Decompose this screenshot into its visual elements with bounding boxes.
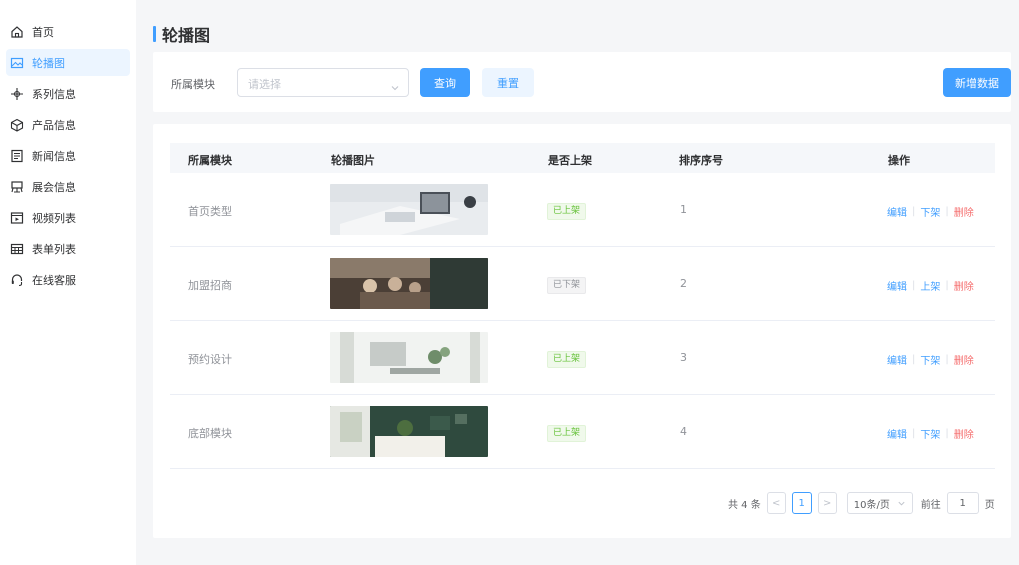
sidebar-item-label: 视频列表 xyxy=(32,211,76,225)
sidebar-item-video[interactable]: 视频列表 xyxy=(6,204,130,231)
prev-page-button[interactable]: < xyxy=(766,492,786,514)
table-row: 预约设计 已上架 3 编辑 | 下架 | 删除 xyxy=(170,321,995,395)
edit-button[interactable]: 编辑 xyxy=(887,426,907,441)
page-header: 轮播图 xyxy=(153,22,210,46)
header-sort: 排序序号 xyxy=(679,154,723,167)
table-card: 所属模块 轮播图片 是否上架 排序序号 操作 首页类型 已上架 1 编辑 | 下… xyxy=(153,124,1011,538)
module-filter-label: 所属模块 xyxy=(171,78,215,91)
module-cell: 预约设计 xyxy=(188,353,232,366)
carousel-thumbnail xyxy=(330,332,488,383)
sidebar-item-label: 新闻信息 xyxy=(32,149,76,163)
edit-button[interactable]: 编辑 xyxy=(887,204,907,219)
sidebar-item-home[interactable]: 首页 xyxy=(6,18,130,45)
sidebar-item-service[interactable]: 在线客服 xyxy=(6,266,130,293)
table-icon xyxy=(10,242,24,256)
delete-button[interactable]: 删除 xyxy=(954,352,974,367)
module-cell: 底部模块 xyxy=(188,427,232,440)
query-button[interactable]: 查询 xyxy=(420,68,470,97)
video-icon xyxy=(10,211,24,225)
status-badge: 已上架 xyxy=(547,203,587,220)
sidebar-item-label: 首页 xyxy=(32,25,54,39)
delete-button[interactable]: 删除 xyxy=(954,204,974,219)
toggle-shelf-button[interactable]: 下架 xyxy=(920,204,940,219)
module-cell: 首页类型 xyxy=(188,205,232,218)
table-row: 首页类型 已上架 1 编辑 | 下架 | 删除 xyxy=(170,173,995,247)
filter-card: 所属模块 请选择 查询 重置 新增数据 xyxy=(153,52,1011,112)
delete-button[interactable]: 删除 xyxy=(954,278,974,293)
sidebar-item-series[interactable]: 系列信息 xyxy=(6,80,130,107)
goto-label: 前往 xyxy=(920,499,941,511)
row-actions: 编辑 | 下架 | 删除 xyxy=(887,204,974,219)
sort-cell: 4 xyxy=(680,425,687,438)
header-image: 轮播图片 xyxy=(331,154,375,167)
edit-button[interactable]: 编辑 xyxy=(887,352,907,367)
sidebar-item-exhibition[interactable]: 展会信息 xyxy=(6,173,130,200)
chevron-down-icon xyxy=(898,501,905,506)
header-module: 所属模块 xyxy=(188,154,232,167)
sidebar-item-carousel[interactable]: 轮播图 xyxy=(6,49,130,76)
sort-cell: 3 xyxy=(680,351,687,364)
row-actions: 编辑 | 上架 | 删除 xyxy=(887,278,974,293)
box-icon xyxy=(10,118,24,132)
select-placeholder: 请选择 xyxy=(248,78,281,91)
module-select[interactable]: 请选择 xyxy=(237,68,409,97)
sidebar-item-label: 在线客服 xyxy=(32,273,76,287)
table-row: 底部模块 已上架 4 编辑 | 下架 | 删除 xyxy=(170,395,995,469)
toggle-shelf-button[interactable]: 下架 xyxy=(920,352,940,367)
series-icon xyxy=(10,87,24,101)
goto-page-input[interactable]: 1 xyxy=(946,492,979,514)
page-size-select[interactable]: 10条/页 xyxy=(846,492,913,514)
home-icon xyxy=(10,25,24,39)
sort-cell: 2 xyxy=(680,277,687,290)
toggle-shelf-button[interactable]: 下架 xyxy=(920,426,940,441)
sort-cell: 1 xyxy=(680,203,687,216)
exhibition-icon xyxy=(10,180,24,194)
add-data-button[interactable]: 新增数据 xyxy=(943,68,1011,97)
reset-button[interactable]: 重置 xyxy=(482,68,534,97)
image-icon xyxy=(10,56,24,70)
page-size-value: 10条/页 xyxy=(853,499,890,511)
sidebar-item-news[interactable]: 新闻信息 xyxy=(6,142,130,169)
pagination: 共 4 条 < 1 > 10条/页 前往 1 页 xyxy=(728,492,995,514)
table-header: 所属模块 轮播图片 是否上架 排序序号 操作 xyxy=(170,143,995,173)
carousel-thumbnail xyxy=(330,184,488,235)
header-actions: 操作 xyxy=(888,154,910,167)
next-page-button[interactable]: > xyxy=(817,492,837,514)
sidebar-item-label: 轮播图 xyxy=(32,56,65,70)
sidebar-item-form[interactable]: 表单列表 xyxy=(6,235,130,262)
delete-button[interactable]: 删除 xyxy=(954,426,974,441)
page-number-current[interactable]: 1 xyxy=(791,492,812,514)
total-count: 共 4 条 xyxy=(728,499,761,511)
sidebar-item-label: 产品信息 xyxy=(32,118,76,132)
headset-icon xyxy=(10,273,24,287)
carousel-thumbnail xyxy=(330,258,488,309)
page-suffix: 页 xyxy=(984,499,995,511)
chevron-down-icon xyxy=(390,78,400,91)
sidebar-item-product[interactable]: 产品信息 xyxy=(6,111,130,138)
header-status: 是否上架 xyxy=(548,154,592,167)
carousel-thumbnail xyxy=(330,406,488,457)
toggle-shelf-button[interactable]: 上架 xyxy=(920,278,940,293)
status-badge: 已下架 xyxy=(547,277,587,294)
sidebar-item-label: 表单列表 xyxy=(32,242,76,256)
sidebar-item-label: 系列信息 xyxy=(32,87,76,101)
page-title: 轮播图 xyxy=(162,26,211,45)
main-content: 轮播图 所属模块 请选择 查询 重置 新增数据 所属模块 轮播图片 是否上架 排… xyxy=(136,0,1019,565)
table-row: 加盟招商 已下架 2 编辑 | 上架 | 删除 xyxy=(170,247,995,321)
sidebar: 首页 轮播图 系列信息 产品信息 新闻信息 展会信息 视频列表 表单列表 在线客… xyxy=(0,0,136,565)
status-badge: 已上架 xyxy=(547,351,587,368)
row-actions: 编辑 | 下架 | 删除 xyxy=(887,352,974,367)
title-accent-bar xyxy=(153,26,156,42)
edit-button[interactable]: 编辑 xyxy=(887,278,907,293)
module-cell: 加盟招商 xyxy=(188,279,232,292)
status-badge: 已上架 xyxy=(547,425,587,442)
sidebar-item-label: 展会信息 xyxy=(32,180,76,194)
row-actions: 编辑 | 下架 | 删除 xyxy=(887,426,974,441)
news-icon xyxy=(10,149,24,163)
